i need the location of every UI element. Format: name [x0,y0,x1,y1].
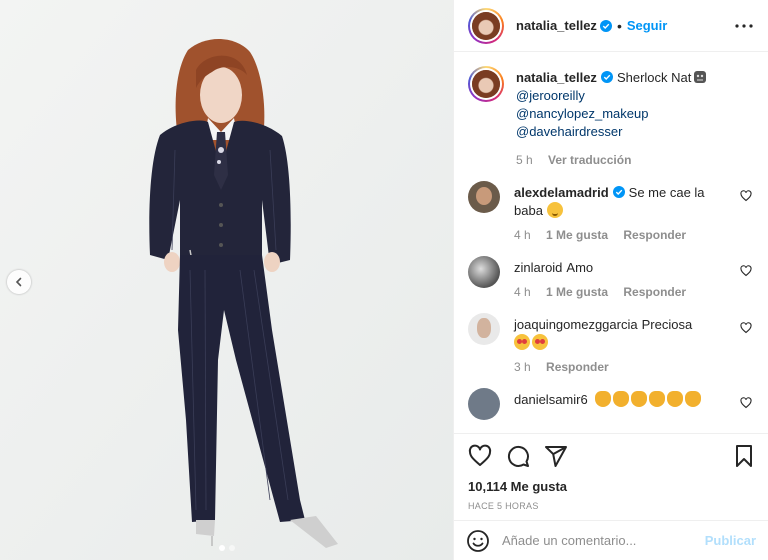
author-avatar[interactable] [468,7,504,44]
clapping-hands-emoji-icon [649,391,666,407]
comment-time[interactable]: 4 h [514,228,531,242]
carousel-dot-1 [218,545,225,551]
verified-badge-icon [600,71,613,83]
share-button[interactable] [542,442,570,470]
comment-username[interactable]: zinlaroid [514,260,562,275]
comment-composer: Publicar [454,520,768,560]
reply-button[interactable]: Responder [623,228,686,242]
clapping-hands-emoji-icon [631,391,648,407]
reply-button[interactable]: Responder [546,360,609,374]
comment-avatar[interactable] [468,256,500,288]
comment-likes[interactable]: 1 Me gusta [546,228,608,242]
comment-username[interactable]: joaquingomezggarcia [514,317,638,332]
like-comment-heart-icon[interactable] [740,265,752,277]
caption-avatar[interactable] [468,66,504,102]
comment-avatar[interactable] [468,181,500,213]
comment-button[interactable] [504,442,532,470]
follow-button[interactable]: Seguir [627,18,667,33]
comment-item: alexdelamadrid Se me cae la baba 4 h 1 Me… [468,181,754,242]
star-struck-emoji-icon [532,334,548,350]
caption-username[interactable]: natalia_tellez [516,70,597,85]
comment-avatar[interactable] [468,388,500,420]
caption-mention-1[interactable]: @jerooreilly [516,87,732,105]
gorilla-emoji-icon [694,71,707,83]
like-button[interactable] [466,442,494,470]
carousel-dot-2 [228,545,235,551]
comment-item: danielsamir6 [468,388,754,420]
chevron-left-icon [15,277,22,287]
star-struck-emoji-icon [514,334,530,350]
emoji-smile-icon[interactable] [466,529,490,553]
comment-icon [507,445,529,467]
comment-text: Preciosa [641,317,693,332]
post-header: natalia_tellez • Seguir [454,0,768,52]
post-photo [0,0,453,560]
comment-username[interactable]: danielsamir6 [514,392,588,407]
like-comment-heart-icon[interactable] [740,190,752,202]
comment-likes[interactable]: 1 Me gusta [546,285,608,299]
post-media[interactable] [0,0,453,560]
more-options-icon [735,23,753,28]
heart-icon [468,444,492,466]
instagram-post: natalia_tellez • Seguir natalia_tellez Sh… [0,0,768,560]
post-timestamp[interactable]: HACE 5 HORAS [454,495,768,517]
reply-button[interactable]: Responder [623,285,686,299]
carousel-prev-button[interactable] [7,270,31,294]
clapping-hands-emoji-icon [613,391,630,407]
carousel-indicator [0,545,453,551]
comment-username[interactable]: alexdelamadrid [514,185,609,200]
caption-time[interactable]: 5 h [516,153,533,167]
author-username[interactable]: natalia_tellez [516,18,597,33]
comment-avatar[interactable] [468,313,500,345]
comment-item: joaquingomezggarcia Preciosa 3 h Responde… [468,313,754,374]
like-comment-heart-icon[interactable] [740,322,752,334]
caption: natalia_tellez Sherlock Nat @jerooreilly … [468,66,754,167]
verified-badge-icon [599,19,612,32]
more-options-button[interactable] [732,14,756,38]
like-comment-heart-icon[interactable] [740,397,752,409]
clapping-hands-emoji-icon [685,391,702,407]
comment-text: Amo [566,260,594,275]
clapping-hands-emoji-icon [667,391,684,407]
comment-time[interactable]: 4 h [514,285,531,299]
publish-button[interactable]: Publicar [705,533,756,548]
caption-mention-3[interactable]: @davehairdresser [516,123,732,141]
caption-mention-2[interactable]: @nancylopez_makeup [516,105,732,123]
separator-dot: • [616,17,622,34]
translate-button[interactable]: Ver traducción [548,153,631,167]
verified-badge-icon [612,186,625,198]
share-icon [545,445,567,467]
bookmark-icon [736,444,752,467]
comments-list[interactable]: natalia_tellez Sherlock Nat @jerooreilly … [454,52,768,433]
likes-count[interactable]: 10,114 Me gusta [454,477,768,495]
post-actions [454,433,768,477]
comment-time[interactable]: 3 h [514,360,531,374]
post-sidebar: natalia_tellez • Seguir natalia_tellez Sh… [453,0,768,560]
clapping-hands-emoji-icon [595,391,612,407]
save-button[interactable] [730,442,758,470]
comment-input[interactable] [502,533,697,548]
comment-item: zinlaroid Amo 4 h 1 Me gusta Responder [468,256,754,299]
drooling-face-emoji-icon [546,202,563,218]
caption-text: Sherlock Nat [616,70,692,85]
